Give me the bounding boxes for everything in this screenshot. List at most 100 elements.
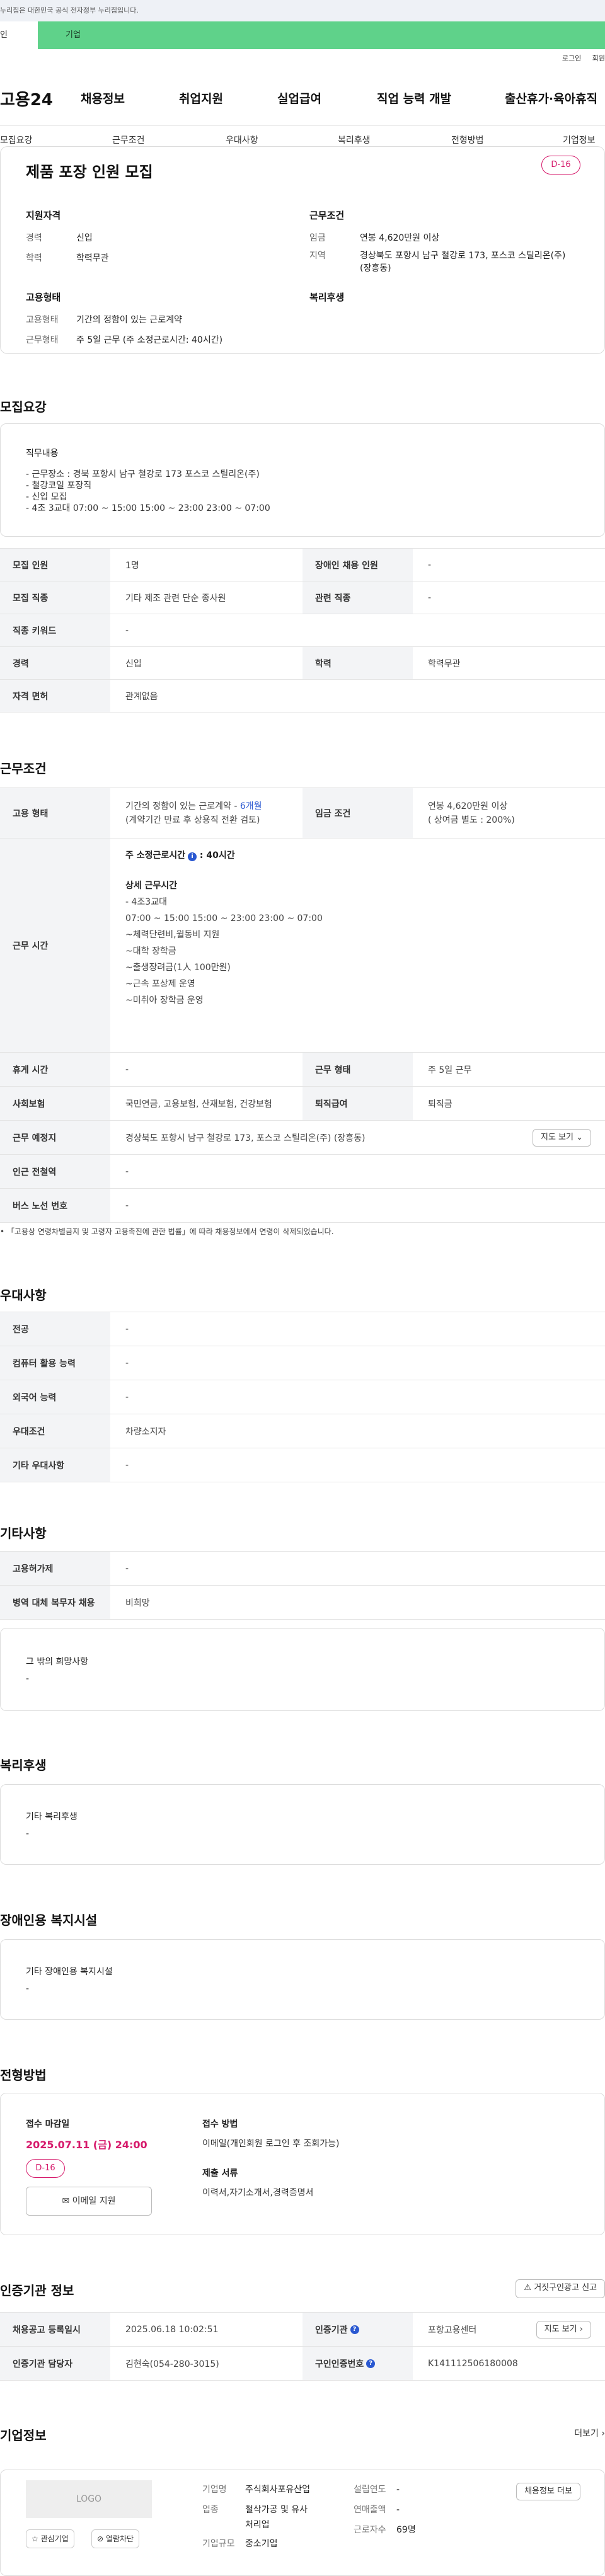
- contract-period: 6개월: [239, 801, 262, 811]
- preference-table: 전공 - 컴퓨터 활용 능력 - 외국어 능력 - 우대조건 차량소지자 기타 우대사항…: [0, 1312, 605, 1482]
- detail-line: ~대학 장학금: [125, 946, 176, 956]
- nav-vocational-training[interactable]: 직업 능력 개발: [377, 89, 451, 106]
- header-cell: 채용공고 등록일시: [0, 2313, 110, 2346]
- gov-notice-text: 누리집은 대한민국 공식 전자정부 누리집입니다.: [0, 6, 139, 14]
- cond-wage: 임금 연봉 4,620만원 이상: [309, 233, 440, 243]
- wage-value: 연봉 4,620만원 이상: [428, 801, 508, 811]
- work-type: 근무형태 주 5일 근무 (주 소정근로시간: 40시간): [26, 335, 223, 345]
- value-cell: 2025.06.18 10:02:51: [125, 2324, 219, 2335]
- table-row: 전공 -: [0, 1312, 605, 1346]
- map-view-button[interactable]: 지도 보기 ⌄: [532, 1129, 591, 1147]
- value-cell: -: [125, 1324, 129, 1334]
- deadline-heading: 접수 마감일: [26, 2119, 70, 2129]
- login-link[interactable]: 로그인: [562, 54, 581, 62]
- header-cell: 기타 우대사항: [0, 1448, 110, 1482]
- job-line: - 근무장소 : 경북 포항시 남구 철강로 173 포스코 스틸리온(주): [26, 469, 260, 479]
- other-wishes-value: -: [26, 1674, 30, 1684]
- header-cell: 관련 직종: [302, 581, 413, 614]
- page: 누리집은 대한민국 공식 전자정부 누리집입니다. 인 기업 로그인 회원 고용…: [0, 0, 605, 2576]
- nav-employment-support[interactable]: 취업지원: [179, 89, 223, 106]
- welfare-box-heading: 기타 복리후생: [26, 1812, 78, 1822]
- table-row: 경력 신입 학력 학력무관: [0, 647, 605, 680]
- header-cell: 근무 시간: [0, 839, 110, 1052]
- info-icon[interactable]: ?: [366, 2359, 376, 2368]
- cond-region: 지역 경상북도 포항시 남구 철강로 173, 포스코 스틸리온(주): [309, 251, 566, 261]
- header-cell: 고용 형태: [0, 788, 110, 838]
- nav-job-info[interactable]: 채용정보: [81, 89, 125, 106]
- info-icon[interactable]: i: [188, 852, 197, 861]
- header-cell: 임금 조건: [302, 788, 413, 838]
- preference-section-title: 우대사항: [0, 1288, 47, 1303]
- header-cell: 구인인증번호?: [302, 2347, 413, 2380]
- qualification-heading: 지원자격: [26, 210, 61, 221]
- wage-cell: 연봉 4,620만원 이상 ( 상여금 별도 : 200%): [413, 788, 515, 838]
- table-row: 컴퓨터 활용 능력 -: [0, 1346, 605, 1380]
- info-icon[interactable]: ?: [350, 2325, 359, 2334]
- weekly-hours-label: 주 소정근로시간: [125, 850, 186, 861]
- gov-notice-bar: 누리집은 대한민국 공식 전자정부 누리집입니다.: [0, 0, 605, 21]
- email-apply-button[interactable]: ✉ 이메일 지원: [26, 2187, 152, 2216]
- detail-line: ~미취아 장학금 운영: [125, 995, 204, 1005]
- other-wishes-box: 그 밖의 희망사항 -: [0, 1628, 605, 1711]
- signup-link[interactable]: 회원: [592, 54, 605, 62]
- favorite-company-button[interactable]: ☆ 관심기업: [26, 2529, 74, 2548]
- business-tab[interactable]: 기업: [38, 21, 605, 49]
- value-cell: 주 5일 근무: [428, 1065, 472, 1075]
- value-cell: -: [125, 1460, 129, 1470]
- header-cell: 모집 인원: [0, 549, 110, 581]
- value-cell: 기타 제조 관련 단순 종사원: [125, 593, 226, 604]
- value-cell: 학력무관: [428, 658, 461, 669]
- company-jobs-button[interactable]: 채용정보 더보: [516, 2483, 580, 2500]
- header-cell: 버스 노선 번호: [0, 1189, 110, 1222]
- company-section-title: 기업정보: [0, 2428, 47, 2443]
- table-row: 근무 시간 주 소정근로시간 i : 40시간 상세 근무시간 - 4조3교대 0…: [0, 839, 605, 1053]
- job-title: 제품 포장 인원 모집: [26, 163, 153, 181]
- agency-map-button[interactable]: 지도 보기 ›: [536, 2321, 591, 2338]
- recruit-table: 모집 인원 1명 장애인 채용 인원 - 모집 직종 기타 제조 관련 단순 종…: [0, 548, 605, 713]
- welfare-section-title: 복리후생: [0, 1758, 47, 1773]
- job-description-box: 직무내용 - 근무장소 : 경북 포항시 남구 철강로 173 포스코 스틸리온…: [0, 423, 605, 537]
- method-value: 이메일(개인회원 로그인 후 조회가능): [202, 2139, 340, 2149]
- nav-parental-leave[interactable]: 출산휴가·육아휴직: [505, 89, 597, 106]
- detail-line: ~출생장려금(1人 100만원): [125, 963, 231, 973]
- nav-unemployment-benefit[interactable]: 실업급여: [277, 89, 321, 106]
- false-ad-report-button[interactable]: ⚠ 거짓구인광고 신고: [516, 2279, 605, 2298]
- disability-box: 기타 장애인용 복지시설 -: [0, 1939, 605, 2020]
- header-cell: 컴퓨터 활용 능력: [0, 1346, 110, 1380]
- table-row: 우대조건 차량소지자: [0, 1414, 605, 1448]
- value-cell: 퇴직금: [428, 1099, 452, 1109]
- block-company-button[interactable]: ⊘ 열람차단: [91, 2529, 140, 2548]
- method-heading: 접수 방법: [202, 2119, 238, 2129]
- job-line: - 신입 모집: [26, 492, 67, 502]
- table-row: 기타 우대사항 -: [0, 1448, 605, 1482]
- header-cell: 장애인 채용 인원: [302, 549, 413, 581]
- header-cell: 우대조건: [0, 1414, 110, 1448]
- header-cell: 학력: [302, 647, 413, 679]
- etc-section-title: 기타사항: [0, 1526, 47, 1541]
- header-cell: 퇴직급여: [302, 1087, 413, 1120]
- table-row: 자격 면허 관계없음: [0, 680, 605, 713]
- conditions-heading: 근무조건: [309, 210, 345, 221]
- value-cell: -: [125, 1358, 129, 1368]
- age-discrimination-note: • 「고용상 연령차별금지 및 고령자 고용촉진에 관한 법률」에 따라 채용정…: [0, 1227, 334, 1236]
- documents-value: 이력서,자기소개서,경력증명서: [202, 2188, 314, 2198]
- process-section-title: 전형방법: [0, 2068, 47, 2083]
- header-cell: 인증기관 담당자: [0, 2347, 110, 2380]
- table-row: 외국어 능력 -: [0, 1380, 605, 1414]
- site-logo[interactable]: 고용24: [0, 87, 53, 110]
- company-box: LOGO ☆ 관심기업 ⊘ 열람차단 기업명 주식회사포유산업 업종 철삭가공 및 …: [0, 2470, 605, 2576]
- header-cell: 직종 키워드: [0, 614, 110, 646]
- value-cell: -: [125, 1166, 129, 1177]
- work-hours-cell: 주 소정근로시간 i : 40시간 상세 근무시간 - 4조3교대 07:00 ~…: [110, 839, 323, 1052]
- deadline-value: 2025.07.11 (금) 24:00: [26, 2139, 147, 2151]
- top-links: 로그인 회원: [553, 53, 605, 63]
- disability-section-title: 장애인용 복지시설: [0, 1913, 98, 1928]
- header-cell: 전공: [0, 1312, 110, 1346]
- company-info-row: 근로자수 69명: [354, 2525, 416, 2535]
- table-row: 병역 대체 복무자 채용 비희망: [0, 1586, 605, 1620]
- job-description-heading: 직무내용: [26, 449, 59, 459]
- table-row: 직종 키워드 -: [0, 614, 605, 647]
- welfare-box: 기타 복리후생 -: [0, 1784, 605, 1865]
- individual-tab[interactable]: 인: [0, 21, 38, 49]
- company-more-link[interactable]: 더보기 ›: [574, 2427, 605, 2439]
